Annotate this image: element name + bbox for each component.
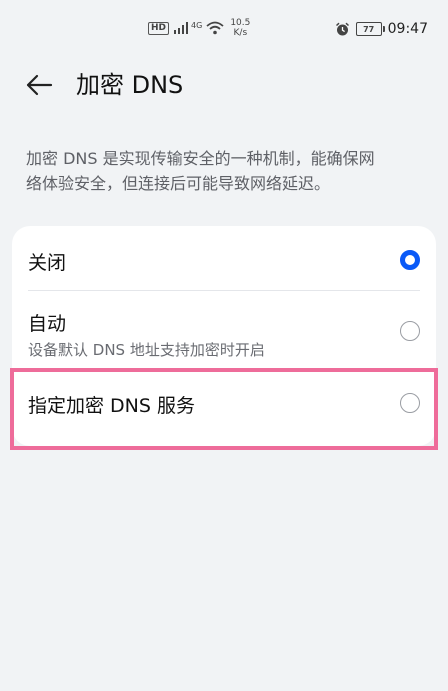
- status-bar: HD 4G 10.5 K/s 77 09:47: [0, 14, 448, 48]
- option-off-label: 关闭: [28, 252, 67, 274]
- option-auto-radio[interactable]: [400, 321, 420, 341]
- description-text: 加密 DNS 是实现传输安全的一种机制，能确保网 络体验安全，但连接后可能导致网…: [26, 146, 424, 196]
- description-line-2: 络体验安全，但连接后可能导致网络延迟。: [26, 174, 331, 193]
- option-off[interactable]: 关闭: [12, 226, 436, 290]
- status-left-group: HD 4G 10.5 K/s: [148, 18, 250, 38]
- battery-level: 77: [363, 24, 375, 34]
- hd-badge: HD: [148, 21, 170, 35]
- page-header: 加密 DNS: [0, 62, 448, 110]
- network-type-label: 4G: [191, 20, 203, 30]
- arrow-left-icon: [26, 74, 53, 96]
- clock: 09:47: [387, 21, 428, 37]
- option-auto-description: 设备默认 DNS 地址支持加密时开启: [28, 341, 265, 359]
- status-right-group: 77 09:47: [335, 21, 428, 37]
- back-button[interactable]: [24, 70, 54, 100]
- highlight-box: [10, 368, 438, 450]
- speed-value: 10.5: [230, 18, 251, 28]
- alarm-icon: [335, 22, 349, 35]
- signal-icon: [174, 22, 189, 34]
- description-line-1: 加密 DNS 是实现传输安全的一种机制，能确保网: [26, 149, 375, 168]
- wifi-icon: [206, 21, 224, 35]
- option-auto[interactable]: 自动 设备默认 DNS 地址支持加密时开启: [12, 291, 436, 367]
- speed-unit: K/s: [233, 28, 248, 38]
- battery-icon: 77: [355, 22, 385, 36]
- option-off-radio[interactable]: [400, 250, 420, 270]
- network-speed: 10.5 K/s: [230, 18, 250, 38]
- page-title: 加密 DNS: [76, 71, 184, 99]
- option-auto-label: 自动: [28, 313, 67, 335]
